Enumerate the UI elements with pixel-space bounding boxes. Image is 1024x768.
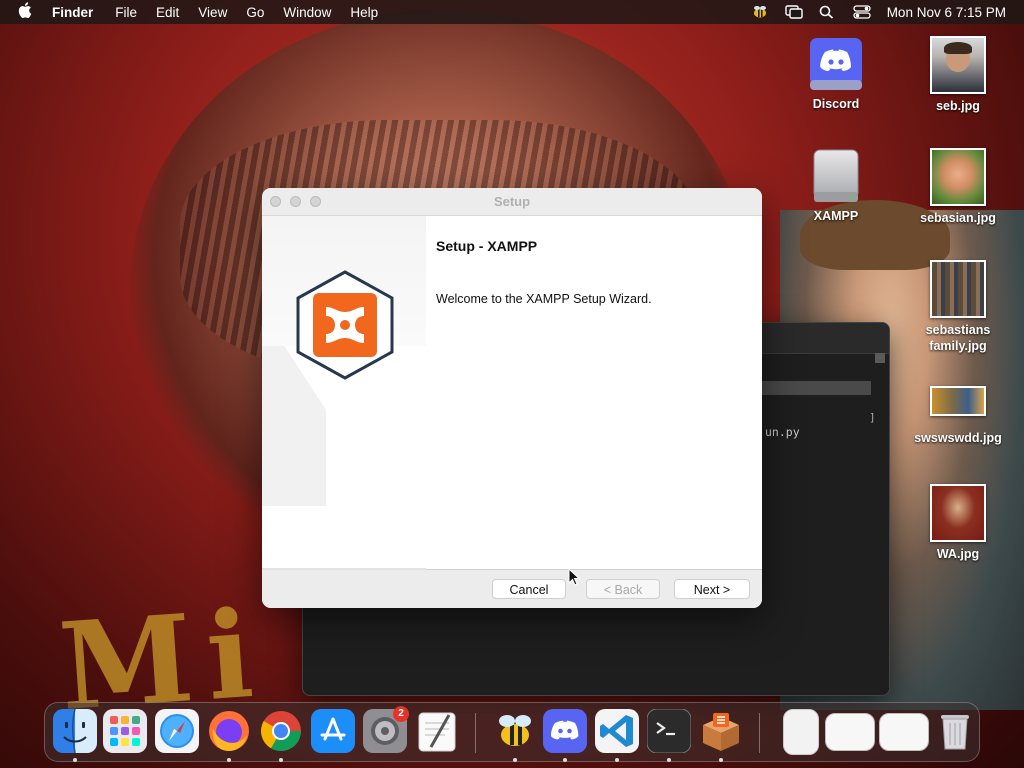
desktop-icon-label: Discord	[812, 97, 860, 111]
safari-icon	[155, 709, 199, 753]
running-indicator	[667, 758, 671, 762]
dock-minimized-firefox-window[interactable]	[825, 713, 875, 751]
launchpad-icon	[103, 709, 147, 753]
desktop-icon-swswswdd-jpg[interactable]: swswswdd.jpg	[910, 386, 1006, 446]
desktop-icon-seb-jpg[interactable]: seb.jpg	[910, 36, 1006, 114]
dock-terminal[interactable]	[646, 708, 692, 754]
mouse-cursor-icon	[568, 568, 580, 586]
desktop-icon-xampp[interactable]: XAMPP	[788, 148, 884, 224]
menu-bar: Finder File Edit View Go Window Help Mon…	[0, 0, 1024, 24]
running-indicator	[279, 758, 283, 762]
running-indicator	[719, 758, 723, 762]
dialog-side-panel	[262, 216, 426, 568]
trash-icon	[941, 715, 969, 750]
desktop-icon-discord[interactable]: Discord	[788, 36, 884, 112]
apple-menu-icon[interactable]	[18, 2, 36, 22]
next-button[interactable]: Next >	[674, 579, 750, 599]
desktop-icon-label: swswswdd.jpg	[914, 431, 1002, 445]
scroll-button[interactable]	[875, 353, 885, 363]
menu-window[interactable]: Window	[283, 5, 331, 20]
dialog-button-bar: Cancel < Back Next >	[262, 568, 762, 608]
terminal-text: un.py	[765, 425, 800, 439]
dock-app-store[interactable]	[311, 709, 355, 753]
spotlight-search-icon[interactable]	[819, 5, 835, 19]
notification-badge: 2	[393, 706, 409, 722]
dock-vscode[interactable]	[595, 709, 639, 753]
chrome-icon	[261, 711, 301, 751]
menu-app-name[interactable]: Finder	[52, 5, 93, 20]
desktop-icon-label: XAMPP	[813, 209, 859, 223]
photo-thumbnail	[930, 148, 986, 206]
photo-thumbnail	[930, 386, 986, 416]
dock-discord[interactable]	[543, 709, 587, 753]
welcome-text: Welcome to the XAMPP Setup Wizard.	[436, 292, 652, 306]
bracket-text: ]	[869, 411, 876, 424]
dialog-titlebar[interactable]: Setup	[262, 188, 762, 216]
dock-finder[interactable]	[53, 708, 97, 754]
menu-file[interactable]: File	[115, 5, 137, 20]
running-indicator	[563, 758, 567, 762]
vscode-icon	[595, 709, 639, 753]
menu-edit[interactable]: Edit	[156, 5, 179, 20]
desktop-icon-label: sebastians family.jpg	[925, 323, 991, 353]
setup-heading: Setup - XAMPP	[436, 238, 538, 254]
discord-disk-icon	[808, 36, 864, 92]
dock-xampp-installer[interactable]	[699, 709, 743, 753]
photo-thumbnail	[930, 484, 986, 542]
external-disk-icon	[808, 148, 864, 204]
dock-firefox[interactable]	[207, 709, 251, 753]
photo-thumbnail	[930, 36, 986, 94]
desktop-icon-sebasian-jpg[interactable]: sebasian.jpg	[910, 148, 1006, 226]
desktop-icon-wa-jpg[interactable]: WA.jpg	[910, 484, 1006, 562]
textedit-icon	[418, 712, 456, 752]
dock-trash[interactable]	[933, 709, 977, 753]
dialog-title: Setup	[493, 194, 531, 209]
xampp-logo-icon	[296, 270, 394, 380]
dock-minimized-document[interactable]	[783, 709, 819, 755]
running-indicator	[615, 758, 619, 762]
dock-safari[interactable]	[155, 709, 199, 753]
discord-icon	[543, 709, 587, 753]
menu-view[interactable]: View	[198, 5, 227, 20]
photo-thumbnail	[930, 260, 986, 318]
cancel-button[interactable]: Cancel	[492, 579, 566, 599]
dock-textedit[interactable]	[415, 709, 459, 753]
desktop-icon-label: seb.jpg	[936, 99, 980, 113]
dock-minimized-chrome-window[interactable]	[879, 713, 929, 751]
dock-launchpad[interactable]	[103, 709, 147, 753]
running-indicator	[73, 758, 77, 762]
screen-mirroring-icon[interactable]	[784, 5, 803, 19]
running-indicator	[227, 758, 231, 762]
dock-separator	[475, 713, 476, 753]
menu-help[interactable]: Help	[350, 5, 378, 20]
terminal-icon	[646, 708, 692, 754]
firefox-icon	[209, 711, 249, 751]
dock-separator	[759, 713, 760, 753]
footer-divider	[262, 568, 426, 570]
bee-icon	[499, 715, 531, 746]
running-indicator	[513, 758, 517, 762]
finder-icon	[53, 708, 97, 754]
setup-dialog[interactable]: Setup Setup - XAMPP Welcome to the XAMPP…	[262, 188, 762, 608]
desktop-icon-label: sebasian.jpg	[920, 211, 996, 225]
app-store-icon	[311, 709, 355, 753]
bee-status-icon[interactable]	[751, 5, 767, 19]
dock-bee-app[interactable]	[493, 709, 537, 753]
desktop-icon-sebastians-family-jpg[interactable]: sebastians family.jpg	[910, 260, 1006, 354]
desktop-icon-label: WA.jpg	[936, 547, 980, 561]
menu-bar-clock[interactable]: Mon Nov 6 7:15 PM	[887, 5, 1006, 20]
dock-chrome[interactable]	[259, 709, 303, 753]
control-center-icon[interactable]	[853, 5, 871, 19]
installer-box-icon	[703, 713, 739, 751]
dock: 2	[44, 702, 980, 762]
back-button[interactable]: < Back	[586, 579, 660, 599]
dialog-content: Setup - XAMPP Welcome to the XAMPP Setup…	[436, 216, 762, 306]
menu-go[interactable]: Go	[246, 5, 264, 20]
